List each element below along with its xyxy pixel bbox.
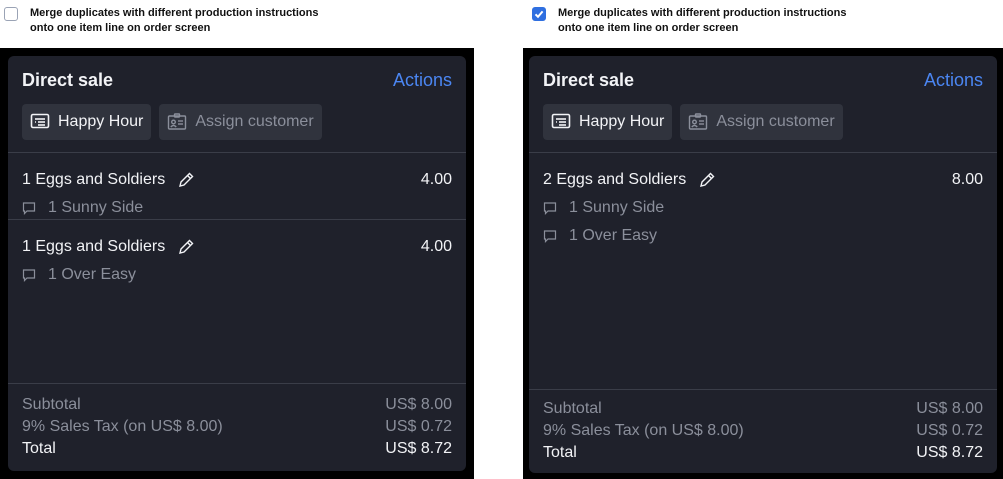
merge-duplicates-checkbox[interactable] xyxy=(532,7,546,21)
order-chips: Happy Hour Assign customer xyxy=(543,104,843,140)
item-name: 2 Eggs and Soldiers xyxy=(543,171,687,188)
item-modifier: 1 Sunny Side xyxy=(48,199,144,216)
item-modifier: 1 Over Easy xyxy=(569,227,658,244)
tax-label: 9% Sales Tax (on US$ 8.00) xyxy=(543,422,744,439)
happy-hour-label: Happy Hour xyxy=(58,113,144,130)
tax-value: US$ 0.72 xyxy=(916,422,983,439)
order-header: Direct sale Actions xyxy=(22,70,452,94)
item-price: 8.00 xyxy=(951,171,983,188)
assign-customer-label: Assign customer xyxy=(716,113,835,130)
subtotal-value: US$ 8.00 xyxy=(916,400,983,417)
subtotal-row: Subtotal US$ 8.00 xyxy=(22,394,452,416)
order-line-item[interactable]: 2 Eggs and Soldiers 8.00 1 Sunny Side 1 … xyxy=(543,170,983,246)
contact-card-icon xyxy=(688,112,708,132)
tax-label: 9% Sales Tax (on US$ 8.00) xyxy=(22,418,223,435)
actions-button[interactable]: Actions xyxy=(393,70,452,91)
happy-hour-label: Happy Hour xyxy=(579,113,665,130)
order-totals: Subtotal US$ 8.00 9% Sales Tax (on US$ 8… xyxy=(22,394,452,460)
item-modifier: 1 Over Easy xyxy=(48,266,137,283)
comment-icon xyxy=(543,202,557,215)
order-card: Direct sale Actions Happy Hour Assign cu… xyxy=(529,56,997,473)
order-screen-frame: Direct sale Actions Happy Hour Assign cu… xyxy=(0,48,474,479)
total-value: US$ 8.72 xyxy=(916,444,983,461)
order-screen-frame: Direct sale Actions Happy Hour Assign cu… xyxy=(523,48,1003,479)
pencil-icon[interactable] xyxy=(698,171,716,189)
assign-customer-button[interactable]: Assign customer xyxy=(159,104,322,140)
assign-customer-label: Assign customer xyxy=(195,113,314,130)
tax-value: US$ 0.72 xyxy=(385,418,452,435)
merge-duplicates-label: Merge duplicates with different producti… xyxy=(558,7,847,34)
order-line-item[interactable]: 1 Eggs and Soldiers 4.00 1 Sunny Side xyxy=(22,170,452,218)
merge-duplicates-setting[interactable]: Merge duplicates with different producti… xyxy=(4,6,330,36)
menu-card-icon xyxy=(551,112,571,132)
item-name: 1 Eggs and Soldiers xyxy=(22,171,166,188)
subtotal-label: Subtotal xyxy=(22,396,81,413)
item-name: 1 Eggs and Soldiers xyxy=(22,238,166,255)
divider xyxy=(529,389,997,390)
tax-row: 9% Sales Tax (on US$ 8.00) US$ 0.72 xyxy=(22,416,452,438)
assign-customer-button[interactable]: Assign customer xyxy=(680,104,843,140)
order-line-item[interactable]: 1 Eggs and Soldiers 4.00 1 Over Easy xyxy=(22,237,452,285)
subtotal-label: Subtotal xyxy=(543,400,602,417)
comment-icon xyxy=(22,269,36,282)
pencil-icon[interactable] xyxy=(177,171,195,189)
item-price: 4.00 xyxy=(420,238,452,255)
divider xyxy=(8,219,466,220)
pencil-icon[interactable] xyxy=(177,238,195,256)
happy-hour-button[interactable]: Happy Hour xyxy=(22,104,152,140)
comment-icon xyxy=(22,202,36,215)
merge-duplicates-setting[interactable]: Merge duplicates with different producti… xyxy=(532,6,858,36)
divider xyxy=(8,383,466,384)
comment-icon xyxy=(543,230,557,243)
subtotal-value: US$ 8.00 xyxy=(385,396,452,413)
total-row: Total US$ 8.72 xyxy=(22,438,452,460)
total-value: US$ 8.72 xyxy=(385,440,452,457)
happy-hour-button[interactable]: Happy Hour xyxy=(543,104,673,140)
menu-card-icon xyxy=(30,112,50,132)
actions-button[interactable]: Actions xyxy=(924,70,983,91)
order-card: Direct sale Actions Happy Hour Assign cu… xyxy=(8,56,466,471)
total-label: Total xyxy=(543,444,577,461)
order-totals: Subtotal US$ 8.00 9% Sales Tax (on US$ 8… xyxy=(543,398,983,464)
divider xyxy=(8,152,466,153)
divider xyxy=(529,152,997,153)
checkmark-icon xyxy=(534,10,544,19)
total-row: Total US$ 8.72 xyxy=(543,442,983,464)
contact-card-icon xyxy=(167,112,187,132)
order-header: Direct sale Actions xyxy=(543,70,983,94)
tax-row: 9% Sales Tax (on US$ 8.00) US$ 0.72 xyxy=(543,420,983,442)
order-title: Direct sale xyxy=(22,70,114,90)
merge-duplicates-checkbox[interactable] xyxy=(4,7,18,21)
order-title: Direct sale xyxy=(543,70,635,90)
subtotal-row: Subtotal US$ 8.00 xyxy=(543,398,983,420)
item-modifier: 1 Sunny Side xyxy=(569,199,665,216)
total-label: Total xyxy=(22,440,56,457)
item-price: 4.00 xyxy=(420,171,452,188)
merge-duplicates-label: Merge duplicates with different producti… xyxy=(30,7,319,34)
order-chips: Happy Hour Assign customer xyxy=(22,104,322,140)
